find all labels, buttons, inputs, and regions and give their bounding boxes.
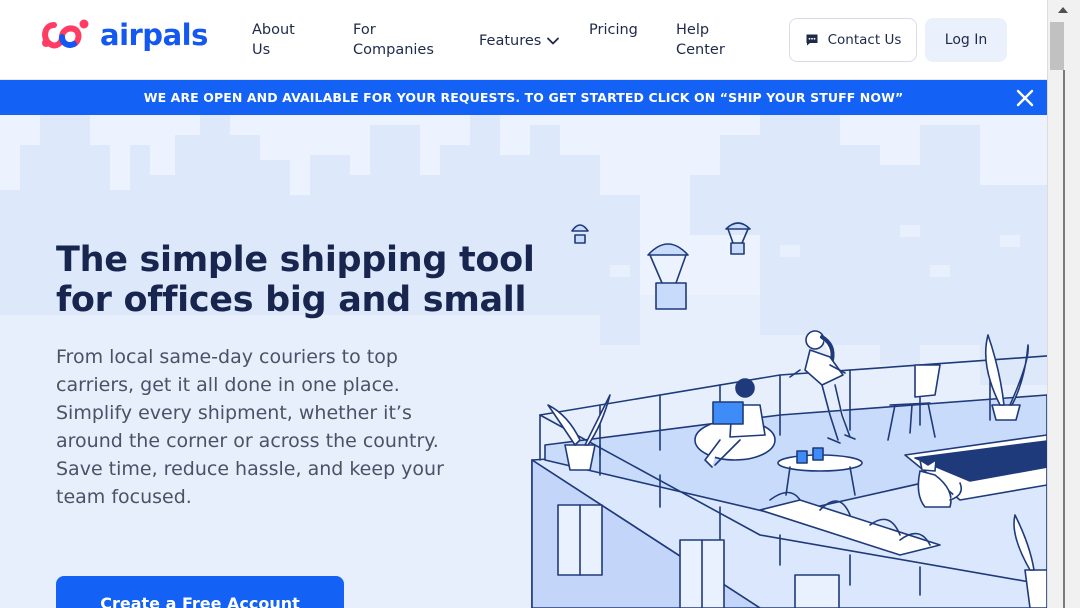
- login-button[interactable]: Log In: [925, 18, 1007, 62]
- hero-description: From local same-day couriers to top carr…: [56, 346, 444, 508]
- chat-icon: [806, 34, 818, 46]
- nav-pricing[interactable]: Pricing: [589, 20, 638, 40]
- scroll-track: [1063, 70, 1065, 608]
- nav-help-center[interactable]: Help Center: [676, 20, 725, 60]
- contact-us-label: Contact Us: [827, 32, 902, 48]
- site-header: airpals About Us For Companies Features …: [0, 0, 1047, 80]
- logo[interactable]: airpals: [40, 17, 208, 53]
- logo-icon: [42, 19, 89, 49]
- hero-section: The simple shipping tool for offices big…: [0, 115, 1047, 608]
- nav-features[interactable]: Features: [479, 31, 560, 51]
- close-icon[interactable]: [1015, 88, 1035, 108]
- contact-us-button[interactable]: Contact Us: [789, 18, 917, 62]
- scroll-thumb[interactable]: [1050, 22, 1064, 70]
- parachute-package: [647, 243, 689, 310]
- nav-features-label: Features: [479, 33, 542, 49]
- create-free-account-button[interactable]: Create a Free Account: [56, 576, 344, 608]
- brand-name: airpals: [100, 18, 208, 52]
- nav-about[interactable]: About Us: [252, 20, 295, 60]
- chevron-down-icon: [547, 37, 560, 45]
- hero-title: The simple shipping tool for offices big…: [56, 240, 535, 320]
- nav-companies[interactable]: For Companies: [353, 20, 434, 60]
- scrollbar[interactable]: [1047, 0, 1080, 608]
- banner-text: WE ARE OPEN AND AVAILABLE FOR YOUR REQUE…: [143, 90, 904, 105]
- announcement-banner: WE ARE OPEN AND AVAILABLE FOR YOUR REQUE…: [0, 80, 1047, 115]
- scroll-up-arrow-icon[interactable]: [1058, 7, 1068, 13]
